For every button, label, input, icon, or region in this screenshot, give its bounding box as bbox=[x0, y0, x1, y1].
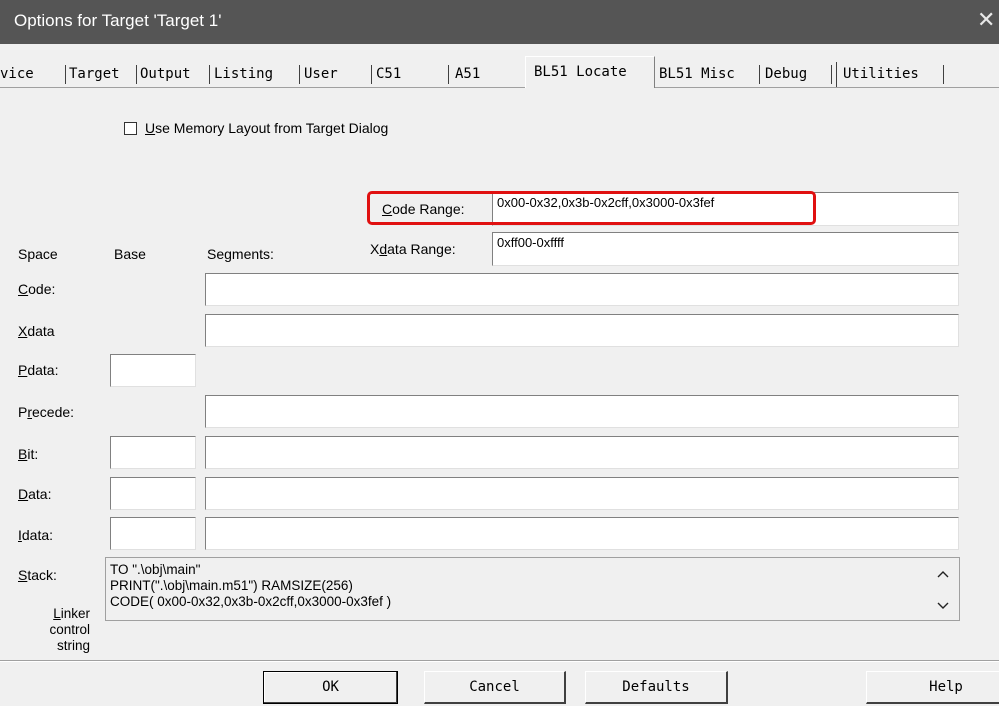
tab-bl51-misc-label: BL51 Misc bbox=[659, 66, 735, 82]
ok-button[interactable]: OK bbox=[263, 671, 398, 704]
xdata-range-input[interactable]: 0xff00-0xffff bbox=[492, 232, 959, 266]
title-bar: Options for Target 'Target 1' ✕ bbox=[0, 0, 999, 44]
use-memory-layout-row[interactable]: Use Memory Layout from Target Dialog bbox=[124, 120, 388, 136]
xdata-range-label: Xdata Range: bbox=[370, 241, 456, 257]
idata-row-label: Idata: bbox=[18, 527, 54, 543]
linker-control-string-textarea[interactable]: TO ".\obj\main" PRINT(".\obj\main.m51") … bbox=[105, 557, 960, 621]
pdata-row-label: Pdata: bbox=[18, 362, 59, 378]
xdata-segments-input[interactable] bbox=[205, 314, 959, 347]
button-bar: OK Cancel Defaults Help bbox=[0, 660, 999, 706]
idata-base-input[interactable] bbox=[110, 517, 196, 550]
tab-listing-label: Listing bbox=[214, 66, 274, 82]
linker-line: CODE( 0x00-0x32,0x3b-0x2cff,0x3000-0x3fe… bbox=[110, 594, 392, 609]
tab-output[interactable]: Output bbox=[140, 62, 210, 87]
scroll-down-icon[interactable] bbox=[937, 598, 949, 614]
help-button[interactable]: Help bbox=[866, 671, 999, 704]
bit-segments-input[interactable] bbox=[205, 436, 959, 469]
bit-base-input[interactable] bbox=[110, 436, 196, 469]
scroll-up-icon[interactable] bbox=[937, 566, 949, 582]
tab-debug[interactable]: Debug bbox=[765, 62, 832, 87]
base-column-header: Base bbox=[114, 246, 146, 262]
tab-device[interactable]: vice bbox=[0, 62, 66, 87]
idata-segments-input[interactable] bbox=[205, 517, 959, 550]
tab-debug-label: Debug bbox=[765, 66, 808, 82]
space-column-header: Space bbox=[18, 246, 58, 262]
linker-line: PRINT(".\obj\main.m51") RAMSIZE(256) bbox=[110, 578, 353, 593]
tab-a51[interactable]: A51 bbox=[455, 62, 520, 87]
tab-user[interactable]: User bbox=[304, 62, 372, 87]
tab-strip: vice Target Output Listing User C51 A51 … bbox=[0, 56, 999, 88]
use-memory-layout-label: Use Memory Layout from Target Dialog bbox=[145, 120, 389, 136]
data-segments-input[interactable] bbox=[205, 477, 959, 510]
tab-user-label: User bbox=[304, 66, 338, 82]
tab-bl51-locate[interactable]: BL51 Locate bbox=[525, 56, 655, 88]
code-range-label: Code Range: bbox=[382, 201, 465, 217]
data-row-label: Data: bbox=[18, 486, 52, 502]
linker-line: TO ".\obj\main" bbox=[110, 562, 201, 577]
code-row-label: Code: bbox=[18, 281, 56, 297]
code-range-input[interactable]: 0x00-0x32,0x3b-0x2cff,0x3000-0x3fef bbox=[492, 192, 959, 226]
tab-listing[interactable]: Listing bbox=[214, 62, 300, 87]
pdata-base-input[interactable] bbox=[110, 354, 196, 387]
use-memory-layout-checkbox[interactable] bbox=[124, 121, 137, 135]
stack-row-label: Stack: bbox=[18, 567, 57, 583]
cancel-button[interactable]: Cancel bbox=[424, 671, 566, 704]
tab-c51[interactable]: C51 bbox=[376, 62, 449, 87]
linker-control-string-label: Linker control string bbox=[49, 606, 90, 653]
tab-bl51-locate-label: BL51 Locate bbox=[534, 64, 627, 80]
tab-a51-label: A51 bbox=[455, 66, 481, 82]
options-dialog: vice Target Output Listing User C51 A51 … bbox=[0, 44, 999, 706]
tab-c51-label: C51 bbox=[376, 66, 402, 82]
xdata-row-label: Xdata bbox=[18, 323, 55, 339]
tab-output-label: Output bbox=[140, 66, 191, 82]
code-segments-input[interactable] bbox=[205, 273, 959, 306]
tab-utilities[interactable]: Utilities bbox=[836, 62, 944, 87]
bit-row-label: Bit: bbox=[18, 446, 39, 462]
precede-segments-input[interactable] bbox=[205, 395, 959, 428]
data-base-input[interactable] bbox=[110, 477, 196, 510]
segments-column-header: Segments: bbox=[207, 246, 274, 262]
tab-target-label: Target bbox=[69, 66, 120, 82]
tab-utilities-label: Utilities bbox=[843, 66, 919, 82]
close-icon[interactable]: ✕ bbox=[977, 8, 999, 33]
defaults-button[interactable]: Defaults bbox=[585, 671, 728, 704]
window-title: Options for Target 'Target 1' bbox=[14, 11, 222, 30]
tab-bl51-misc[interactable]: BL51 Misc bbox=[659, 62, 760, 87]
tab-target[interactable]: Target bbox=[69, 62, 137, 87]
tab-device-label: vice bbox=[0, 66, 34, 82]
precede-row-label: Precede: bbox=[18, 404, 75, 420]
